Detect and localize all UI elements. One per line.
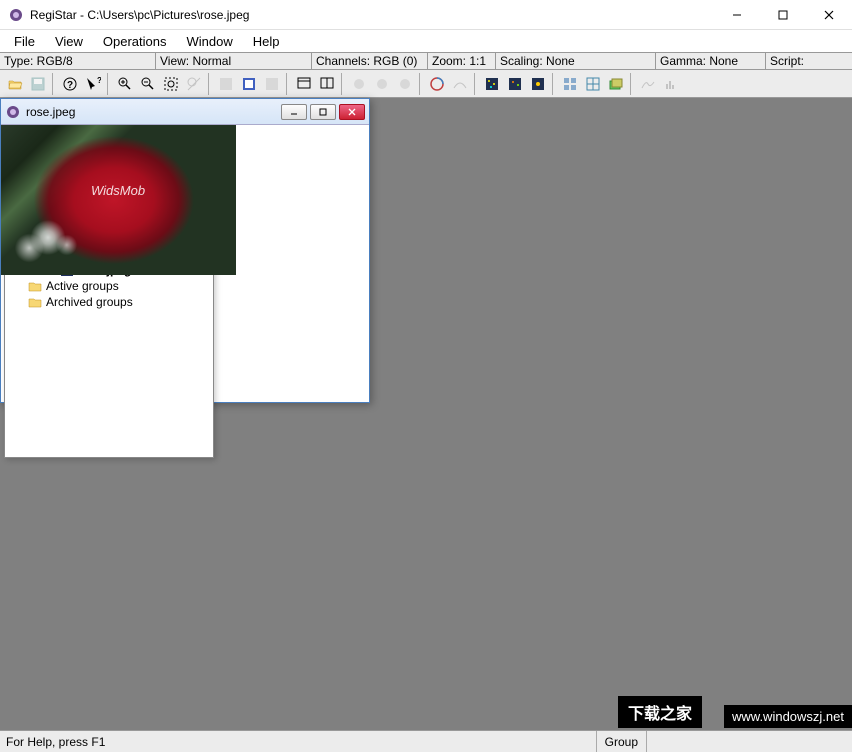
toolbar-separator [208, 73, 212, 95]
minimize-button[interactable] [714, 0, 760, 30]
menu-window[interactable]: Window [177, 32, 243, 51]
status-group-cell: Group [596, 731, 646, 752]
tool-open-icon[interactable] [4, 73, 26, 95]
maximize-button[interactable] [760, 0, 806, 30]
tool-stars1-icon[interactable] [481, 73, 503, 95]
image-watermark: WidsMob [91, 183, 145, 198]
image-window-title: rose.jpeg [26, 105, 281, 119]
tool-help-icon[interactable]: ? [59, 73, 81, 95]
toolbar-separator [552, 73, 556, 95]
close-button[interactable] [806, 0, 852, 30]
image-maximize-button[interactable] [310, 104, 336, 120]
window-controls [714, 0, 852, 29]
toolbar-separator [341, 73, 345, 95]
tool-view3-icon[interactable] [261, 73, 283, 95]
tool-view2-icon[interactable] [238, 73, 260, 95]
tool-grid1-icon[interactable] [559, 73, 581, 95]
tool-circle3-icon[interactable] [394, 73, 416, 95]
menu-help[interactable]: Help [243, 32, 290, 51]
tool-grid2-icon[interactable] [582, 73, 604, 95]
menu-view[interactable]: View [45, 32, 93, 51]
tree-label: Active groups [46, 278, 119, 294]
image-window-titlebar[interactable]: rose.jpeg [1, 99, 369, 125]
info-scaling: Scaling: None [496, 53, 656, 69]
tool-context-help-icon[interactable]: ? [82, 73, 104, 95]
tool-zoom-out-icon[interactable] [137, 73, 159, 95]
image-minimize-button[interactable] [281, 104, 307, 120]
svg-text:?: ? [97, 76, 101, 85]
folder-icon [27, 278, 43, 294]
title-bar: RegiStar - C:\Users\pc\Pictures\rose.jpe… [0, 0, 852, 30]
toolbar-separator [630, 73, 634, 95]
app-icon [8, 7, 24, 23]
info-view: View: Normal [156, 53, 312, 69]
menu-bar: File View Operations Window Help [0, 30, 852, 52]
tree-label: Archived groups [46, 294, 133, 310]
tool-zoom-in-icon[interactable] [114, 73, 136, 95]
tree-archived-groups[interactable]: Archived groups [11, 294, 207, 310]
svg-text:?: ? [67, 80, 73, 91]
status-help-text: For Help, press F1 [6, 735, 596, 749]
tool-layers-icon[interactable] [605, 73, 627, 95]
tool-hist1-icon[interactable] [637, 73, 659, 95]
image-window-controls [281, 104, 365, 120]
info-gamma: Gamma: None [656, 53, 766, 69]
info-channels: Channels: RGB (0) [312, 53, 428, 69]
tree-active-groups[interactable]: Active groups [11, 278, 207, 294]
tool-view1-icon[interactable] [215, 73, 237, 95]
menu-operations[interactable]: Operations [93, 32, 177, 51]
tool-zoom-cancel-icon[interactable] [183, 73, 205, 95]
toolbar-separator [474, 73, 478, 95]
info-bar: Type: RGB/8 View: Normal Channels: RGB (… [0, 52, 852, 70]
tool-circle2-icon[interactable] [371, 73, 393, 95]
info-script: Script: [766, 53, 852, 69]
toolbar-separator [107, 73, 111, 95]
status-empty-cell [646, 731, 846, 752]
tool-zoom-region-icon[interactable] [160, 73, 182, 95]
tool-circle1-icon[interactable] [348, 73, 370, 95]
image-window-icon [5, 104, 21, 120]
folder-icon [27, 294, 43, 310]
watermark-url: www.windowszj.net [724, 705, 852, 728]
tool-window1-icon[interactable] [293, 73, 315, 95]
tool-hist2-icon[interactable] [660, 73, 682, 95]
menu-file[interactable]: File [4, 32, 45, 51]
toolbar: ? ? [0, 70, 852, 98]
rose-image: WidsMob [1, 125, 236, 275]
tool-register-icon[interactable] [426, 73, 448, 95]
watermark-cn: 下载之家 [618, 696, 702, 728]
tool-window2-icon[interactable] [316, 73, 338, 95]
status-bar: For Help, press F1 Group [0, 730, 852, 752]
window-title: RegiStar - C:\Users\pc\Pictures\rose.jpe… [30, 8, 714, 22]
tool-save-icon[interactable] [27, 73, 49, 95]
tool-stars2-icon[interactable] [504, 73, 526, 95]
image-close-button[interactable] [339, 104, 365, 120]
tool-curve-icon[interactable] [449, 73, 471, 95]
info-zoom: Zoom: 1:1 [428, 53, 496, 69]
info-type: Type: RGB/8 [0, 53, 156, 69]
toolbar-separator [419, 73, 423, 95]
toolbar-separator [286, 73, 290, 95]
toolbar-separator [52, 73, 56, 95]
workspace: RegiStar Groups Manager Images Groups Op… [0, 98, 852, 730]
tool-stars3-icon[interactable] [527, 73, 549, 95]
